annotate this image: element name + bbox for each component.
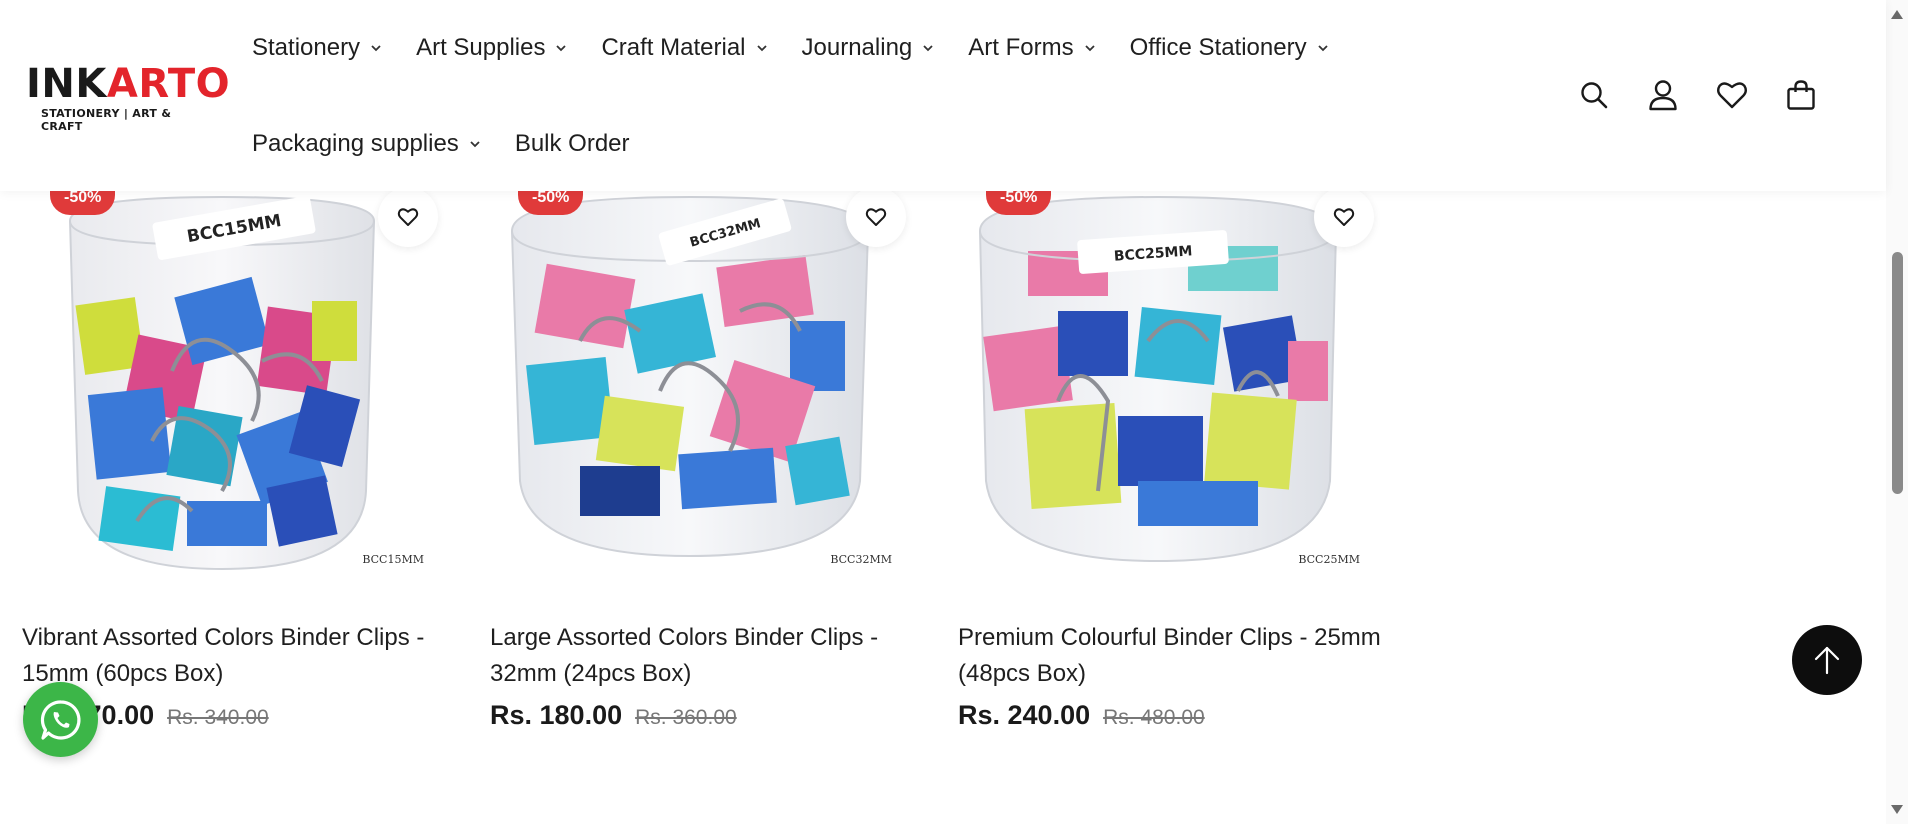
original-price: Rs. 480.00: [1103, 706, 1205, 729]
nav-item-journaling[interactable]: Journaling: [802, 30, 935, 66]
nav-item-bulk-order[interactable]: Bulk Order: [515, 126, 630, 162]
wishlist-icon: [1717, 82, 1747, 109]
original-price: Rs. 360.00: [635, 706, 737, 729]
scroll-up-arrow-icon[interactable]: [1891, 10, 1903, 19]
nav-item-office-stationery[interactable]: Office Stationery: [1130, 30, 1329, 66]
sale-price: Rs. 180.00: [490, 700, 623, 730]
nav-label: Art Supplies: [416, 34, 546, 61]
search-button[interactable]: [1577, 78, 1611, 112]
nav-label: Bulk Order: [514, 130, 630, 157]
product-prices: Rs. 240.00 Rs. 480.00: [958, 700, 1386, 731]
account-button[interactable]: [1646, 78, 1680, 112]
scroll-down-arrow-icon[interactable]: [1891, 805, 1903, 814]
sale-price: Rs. 240.00: [958, 700, 1091, 730]
nav-label: Packaging supplies: [252, 130, 459, 157]
discount-badge: -50%: [518, 191, 584, 215]
heart-icon: [397, 208, 419, 226]
chevron-down-icon: [1084, 45, 1095, 52]
search-icon: [1581, 82, 1608, 109]
discount-badge: -50%: [986, 191, 1052, 215]
product-prices: Rs. 180.00 Rs. 360.00: [490, 700, 918, 731]
nav-label: Stationery: [252, 34, 361, 61]
product-card[interactable]: -50% BCC15MM BCC15MM Vibrant Assorted Co…: [22, 191, 450, 731]
product-image[interactable]: -50% BCC15MM BCC15MM: [22, 191, 450, 586]
whatsapp-chat-button[interactable]: [23, 682, 98, 757]
product-code: BCC15MM: [362, 553, 424, 566]
heart-icon: [865, 208, 887, 226]
scrollbar-thumb[interactable]: [1892, 252, 1903, 494]
product-card[interactable]: -50% BCC32MM BCC32MM Large Assorted Colo…: [490, 191, 918, 731]
nav-item-art-supplies[interactable]: Art Supplies: [416, 30, 567, 66]
logo-text-ink: INK: [26, 61, 107, 107]
product-image[interactable]: -50% BCC25MM BCC25MM: [958, 191, 1386, 586]
binder-clips-jar-image: BCC15MM: [68, 195, 376, 571]
nav-item-art-forms[interactable]: Art Forms: [968, 30, 1095, 66]
back-to-top-button[interactable]: [1792, 625, 1862, 695]
product-code: BCC25MM: [1298, 553, 1360, 566]
original-price: Rs. 340.00: [167, 706, 269, 729]
product-card[interactable]: -50% BCC25MM BCC25MM Premium Colourful B…: [958, 191, 1386, 731]
account-icon: [1649, 80, 1677, 111]
heart-icon: [1333, 208, 1355, 226]
chevron-down-icon: [923, 45, 933, 52]
main-nav-row-2: Packaging supplies Bulk Order: [252, 126, 664, 162]
nav-label: Office Stationery: [1129, 34, 1307, 61]
chevron-down-icon: [371, 45, 381, 52]
product-code: BCC32MM: [830, 553, 892, 566]
binder-clips-jar-image: BCC25MM: [978, 195, 1338, 563]
arrow-up-icon: [1814, 646, 1840, 675]
nav-item-stationery[interactable]: Stationery: [252, 30, 382, 66]
discount-badge: -50%: [50, 191, 116, 215]
logo-wordmark: INKARTO: [26, 61, 230, 107]
site-header: INKARTO STATIONERY | ART & CRAFT Station…: [0, 0, 1886, 191]
wishlist-button[interactable]: [1715, 78, 1749, 112]
cart-button[interactable]: [1784, 78, 1818, 112]
main-nav-row-1: Stationery Art Supplies Craft Material J…: [252, 30, 1363, 66]
product-image[interactable]: -50% BCC32MM BCC32MM: [490, 191, 918, 586]
chevron-down-icon: [470, 141, 480, 148]
cart-icon: [1787, 80, 1815, 110]
nav-label: Journaling: [801, 34, 913, 61]
product-title[interactable]: Vibrant Assorted Colors Binder Clips - 1…: [22, 620, 450, 692]
logo-text-arto: ARTO: [106, 61, 231, 107]
nav-item-packaging-supplies[interactable]: Packaging supplies: [252, 126, 481, 162]
chevron-down-icon: [1317, 45, 1328, 52]
chevron-down-icon: [756, 45, 767, 52]
whatsapp-icon: [40, 699, 81, 740]
nav-label: Art Forms: [968, 34, 1074, 61]
logo-tagline: STATIONERY | ART & CRAFT: [41, 107, 172, 133]
site-logo[interactable]: INKARTO STATIONERY | ART & CRAFT: [26, 61, 230, 133]
page-scrollbar[interactable]: [1886, 0, 1908, 824]
nav-item-craft-material[interactable]: Craft Material: [601, 30, 767, 66]
chevron-down-icon: [556, 45, 567, 52]
header-actions: [1542, 78, 1818, 112]
product-title[interactable]: Premium Colourful Binder Clips - 25mm (4…: [958, 620, 1386, 692]
nav-label: Craft Material: [601, 34, 746, 61]
product-title[interactable]: Large Assorted Colors Binder Clips - 32m…: [490, 620, 918, 692]
binder-clips-jar-image: BCC32MM: [510, 195, 870, 558]
